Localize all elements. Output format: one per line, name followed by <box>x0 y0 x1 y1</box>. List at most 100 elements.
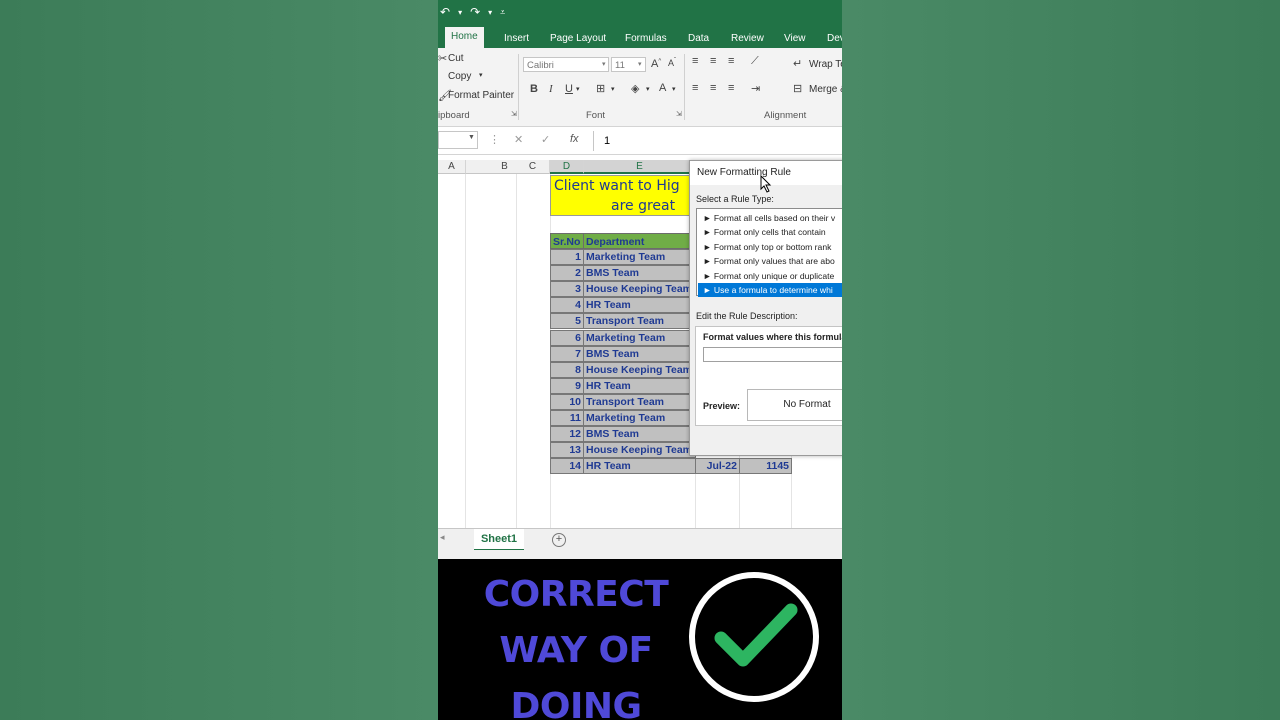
cell-srno[interactable]: 7 <box>550 345 584 362</box>
wrap-text-button[interactable]: Wrap Te <box>809 59 842 70</box>
tab-page-layout[interactable]: Page Layout <box>544 29 612 48</box>
cell-department[interactable]: HR Team <box>583 458 696 475</box>
cell-month[interactable]: Jul-22 <box>695 458 740 475</box>
underline-dropdown-icon[interactable]: ▾ <box>576 85 580 93</box>
sheet-tab-sheet1[interactable]: Sheet1 <box>474 529 524 551</box>
cell-srno[interactable]: 5 <box>550 313 584 330</box>
italic-button[interactable]: I <box>549 83 553 95</box>
cell-srno[interactable]: 1 <box>550 249 584 265</box>
copy-dropdown-icon[interactable]: ▾ <box>479 71 483 79</box>
cell-srno[interactable]: 11 <box>550 410 584 426</box>
align-right-icon[interactable]: ≡ <box>728 82 734 94</box>
promo-line-1: CORRECT <box>483 574 669 615</box>
font-name-dropdown-icon[interactable]: ▾ <box>602 60 606 68</box>
column-header-e[interactable]: E <box>584 160 696 174</box>
clipboard-launcher-icon[interactable]: ⇲ <box>511 110 517 118</box>
orientation-icon[interactable]: ⟋ <box>751 55 759 68</box>
undo-dropdown-icon[interactable]: ▾ <box>458 8 462 17</box>
redo-icon[interactable]: ↷ <box>470 5 480 19</box>
align-top-icon[interactable]: ≡ <box>692 55 698 67</box>
name-box-dropdown-icon[interactable]: ▼ <box>468 134 475 141</box>
font-launcher-icon[interactable]: ⇲ <box>676 110 682 118</box>
wrap-text-icon[interactable]: ↵ <box>793 57 802 70</box>
column-header-c[interactable]: C <box>516 160 550 174</box>
merge-icon[interactable]: ⊟ <box>793 82 802 95</box>
tab-developer[interactable]: Dev <box>821 29 842 48</box>
cell-srno[interactable]: 3 <box>550 281 584 298</box>
align-bottom-icon[interactable]: ≡ <box>728 55 734 67</box>
format-painter-button[interactable]: Format Painter <box>448 90 514 101</box>
shrink-font-icon[interactable]: Aˇ <box>668 58 676 68</box>
tab-review[interactable]: Review <box>725 29 770 48</box>
tab-formulas[interactable]: Formulas <box>619 29 673 48</box>
scissors-icon[interactable]: ✂ <box>438 52 447 65</box>
cell-department[interactable]: Marketing Team <box>583 329 696 346</box>
cell-department[interactable]: House Keeping Team <box>583 281 696 298</box>
align-left-icon[interactable]: ≡ <box>692 82 698 94</box>
rule-type-item[interactable]: ► Format only top or bottom rank <box>698 240 842 254</box>
add-sheet-icon[interactable]: + <box>552 533 566 547</box>
enter-icon[interactable]: ✓ <box>541 133 550 146</box>
cell-department[interactable]: HR Team <box>583 297 696 314</box>
redo-dropdown-icon[interactable]: ▾ <box>488 8 492 17</box>
cell-srno[interactable]: 9 <box>550 377 584 394</box>
align-middle-icon[interactable]: ≡ <box>710 55 716 67</box>
borders-dropdown-icon[interactable]: ▾ <box>611 85 615 93</box>
insert-function-icon[interactable]: fx <box>570 133 579 145</box>
cell-department[interactable]: BMS Team <box>583 345 696 362</box>
rule-type-item[interactable]: ► Format only unique or duplicate <box>698 269 842 283</box>
underline-button[interactable]: U <box>565 83 573 95</box>
font-color-icon[interactable]: A <box>659 82 666 94</box>
cell-department[interactable]: Transport Team <box>583 393 696 410</box>
align-center-icon[interactable]: ≡ <box>710 82 716 94</box>
rule-type-item[interactable]: ► Format only cells that contain <box>698 225 842 239</box>
rule-type-item[interactable]: ► Format only values that are abo <box>698 254 842 268</box>
copy-button[interactable]: Copy <box>448 71 471 82</box>
cell-department[interactable]: House Keeping Team <box>583 361 696 378</box>
borders-icon[interactable]: ⊞ <box>596 82 605 95</box>
tab-home[interactable]: Home <box>445 27 484 50</box>
tab-view[interactable]: View <box>778 29 812 48</box>
cell-srno[interactable]: 4 <box>550 297 584 314</box>
cell-department[interactable]: Marketing Team <box>583 249 696 265</box>
cell-department[interactable]: BMS Team <box>583 426 696 443</box>
bold-button[interactable]: B <box>530 83 538 95</box>
cell-department[interactable]: BMS Team <box>583 265 696 282</box>
cell-srno[interactable]: 2 <box>550 265 584 282</box>
cell-srno[interactable]: 6 <box>550 329 584 346</box>
cell-department[interactable]: House Keeping Team <box>583 442 696 459</box>
rule-type-item[interactable]: ► Format all cells based on their v <box>698 211 842 225</box>
formula-field[interactable] <box>703 347 842 362</box>
cell-department[interactable]: Transport Team <box>583 313 696 330</box>
scroll-left-icon[interactable]: ◂ <box>440 532 445 543</box>
cut-button[interactable]: Cut <box>448 53 464 64</box>
table-row[interactable]: 14 HR Team Jul-22 1145 <box>550 458 792 475</box>
column-header-a[interactable]: A <box>438 160 466 174</box>
font-color-dropdown-icon[interactable]: ▾ <box>672 85 676 93</box>
rule-type-item-selected[interactable]: ► Use a formula to determine whi <box>698 283 842 297</box>
tab-data[interactable]: Data <box>682 29 715 48</box>
fill-color-icon[interactable]: ◈ <box>631 82 639 95</box>
indent-icon[interactable]: ⇥ <box>751 82 760 95</box>
undo-icon[interactable]: ↶ <box>440 5 450 19</box>
grow-font-icon[interactable]: A^ <box>651 58 661 70</box>
ribbon-separator <box>518 54 519 120</box>
cell-department[interactable]: HR Team <box>583 377 696 394</box>
cancel-icon[interactable]: ✕ <box>514 133 523 146</box>
cell-department[interactable]: Marketing Team <box>583 410 696 426</box>
font-size-dropdown-icon[interactable]: ▾ <box>638 60 642 68</box>
fill-dropdown-icon[interactable]: ▾ <box>646 85 650 93</box>
tab-insert[interactable]: Insert <box>498 29 535 48</box>
customize-qat-icon[interactable]: ⩡ <box>500 7 505 18</box>
cell-srno[interactable]: 10 <box>550 393 584 410</box>
cell-srno[interactable]: 14 <box>550 458 584 475</box>
cell-srno[interactable]: 12 <box>550 426 584 443</box>
font-name-select[interactable]: Calibri <box>523 57 609 72</box>
merge-center-button[interactable]: Merge & <box>809 84 842 95</box>
rule-type-list[interactable]: ► Format all cells based on their v ► Fo… <box>696 208 842 297</box>
cell-amount[interactable]: 1145 <box>739 458 792 475</box>
formula-input[interactable]: 1 <box>593 131 842 151</box>
cell-srno[interactable]: 8 <box>550 361 584 378</box>
column-header-d[interactable]: D <box>550 160 584 174</box>
cell-srno[interactable]: 13 <box>550 442 584 459</box>
